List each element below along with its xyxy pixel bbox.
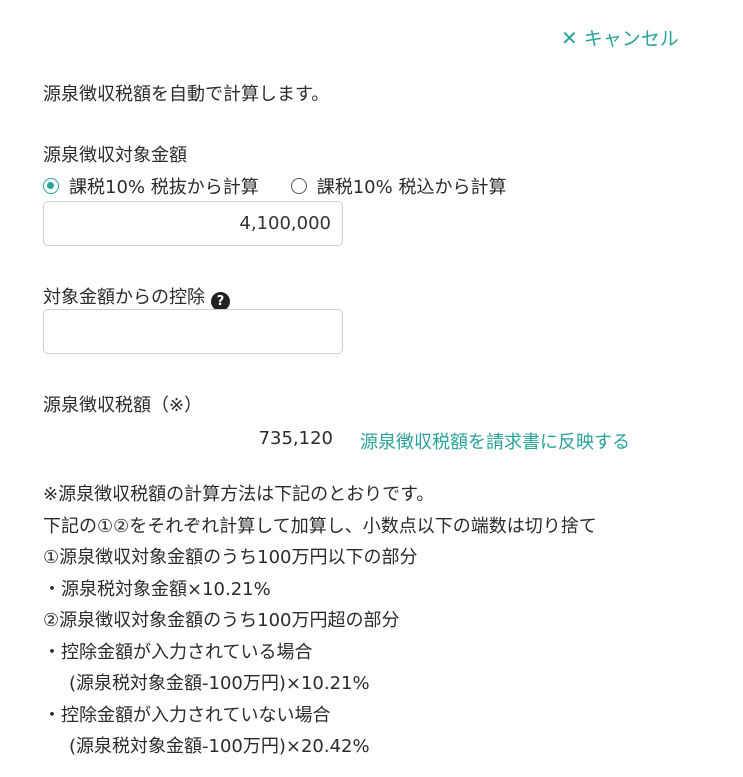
tax-mode-radio-group: 課税10% 税抜から計算 課税10% 税込から計算: [43, 173, 506, 199]
note-line: ・控除金額が入力されていない場合: [43, 704, 331, 726]
radio-unchecked-icon[interactable]: [290, 178, 307, 194]
note-line: ・控除金額が入力されている場合: [43, 641, 313, 663]
note-line: (源泉税対象金額-100万円)×20.42%: [69, 736, 370, 757]
radio-checked-icon[interactable]: [43, 178, 59, 194]
radio-tax-excluded[interactable]: 課税10% 税抜から計算: [43, 173, 259, 199]
deduction-input[interactable]: [43, 309, 343, 354]
note-line: (源泉税対象金額-100万円)×10.21%: [69, 673, 370, 694]
withholding-tax-value: 735,120: [258, 428, 333, 449]
calculation-notes: ※源泉徴収税額の計算方法は下記のとおりです。 下記の①②をそれぞれ計算して加算し…: [43, 479, 597, 763]
note-line: ②源泉徴収対象金額のうち100万円超の部分: [43, 610, 400, 631]
radio-tax-included-label: 課税10% 税込から計算: [316, 177, 507, 198]
note-line: ・源泉税対象金額×10.21%: [43, 578, 271, 600]
cancel-label: キャンセル: [583, 28, 679, 50]
deduction-label-row: 対象金額からの控除?: [43, 283, 230, 311]
intro-text: 源泉徴収税額を自動で計算します。: [43, 84, 330, 105]
radio-tax-included[interactable]: 課税10% 税込から計算: [290, 173, 507, 199]
target-amount-input[interactable]: [43, 201, 343, 246]
note-line: ①源泉徴収対象金額のうち100万円以下の部分: [43, 547, 418, 568]
target-amount-label: 源泉徴収対象金額: [43, 145, 187, 166]
cancel-button[interactable]: ✕ キャンセル: [561, 24, 679, 51]
reflect-to-invoice-link[interactable]: 源泉徴収税額を請求書に反映する: [360, 428, 630, 454]
note-line: 下記の①②をそれぞれ計算して加算し、小数点以下の端数は切り捨て: [43, 515, 597, 537]
close-icon: ✕: [561, 25, 578, 50]
radio-tax-excluded-label: 課税10% 税抜から計算: [69, 177, 259, 198]
deduction-label: 対象金額からの控除: [43, 287, 205, 308]
note-line: ※源泉徴収税額の計算方法は下記のとおりです。: [43, 484, 435, 505]
withholding-tax-label: 源泉徴収税額（※）: [43, 395, 203, 416]
